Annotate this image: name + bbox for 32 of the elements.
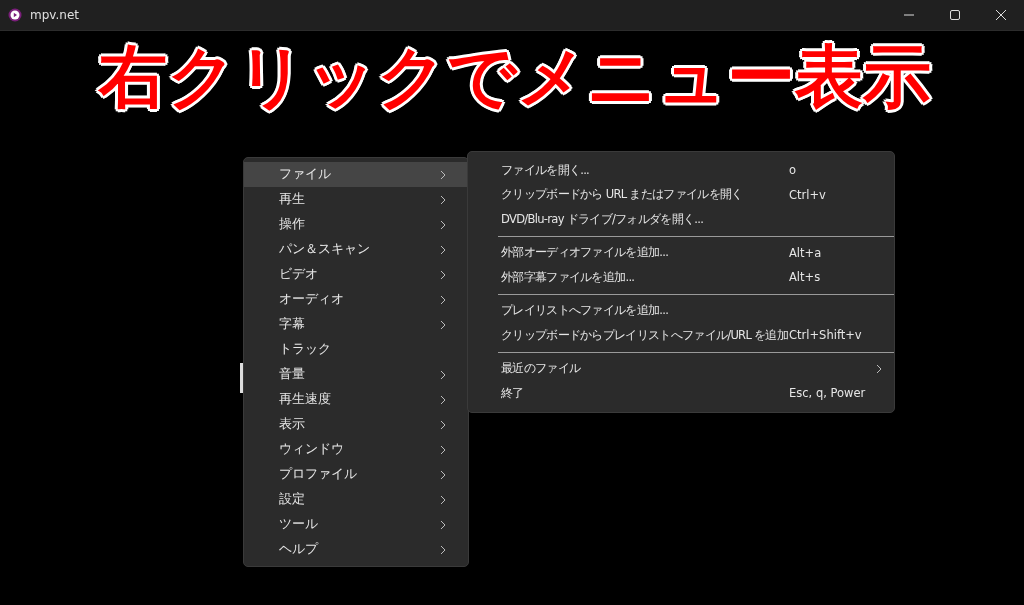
menu-item[interactable]: 表示	[244, 412, 468, 437]
menu-item[interactable]: 最近のファイル	[468, 356, 894, 381]
menu-item[interactable]: ヘルプ	[244, 537, 468, 562]
menu-item[interactable]: パン＆スキャン	[244, 237, 468, 262]
menu-item[interactable]: 終了 Esc, q, Power	[468, 381, 894, 406]
menu-item[interactable]: 再生速度	[244, 387, 468, 412]
menu-item[interactable]: ツール	[244, 512, 468, 537]
menu-item[interactable]: DVD/Blu-ray ドライブ/フォルダを開く...	[468, 207, 894, 232]
menu-item[interactable]: クリップボードから URL またはファイルを開く Ctrl+v	[468, 182, 894, 207]
menu-item[interactable]: 字幕	[244, 312, 468, 337]
close-icon	[996, 10, 1006, 20]
menu-item[interactable]: 設定	[244, 487, 468, 512]
scroll-indicator	[240, 363, 243, 393]
menu-item[interactable]: オーディオ	[244, 287, 468, 312]
caption-text: 右クリックでメニュー表示	[97, 36, 932, 118]
menu-item[interactable]: 外部字幕ファイルを追加... Alt+s	[468, 265, 894, 290]
menu-item[interactable]: プロファイル	[244, 462, 468, 487]
menu-item[interactable]: ファイル	[244, 162, 468, 187]
menu-item[interactable]: プレイリストへファイルを追加...	[468, 298, 894, 323]
menu-item[interactable]: クリップボードからプレイリストへファイル/URL を追加Ctrl+Shift+v	[468, 323, 894, 348]
menu-item[interactable]: ウィンドウ	[244, 437, 468, 462]
menu-item[interactable]: ビデオ	[244, 262, 468, 287]
play-icon	[8, 8, 22, 22]
menu-item[interactable]: トラック	[244, 337, 468, 362]
menu-item[interactable]: 再生	[244, 187, 468, 212]
menu-item[interactable]: ファイルを開く... o	[468, 158, 894, 183]
window-title: mpv.net	[30, 8, 79, 22]
menu-item[interactable]: 外部オーディオファイルを追加... Alt+a	[468, 240, 894, 265]
menu-item[interactable]: 音量	[244, 362, 468, 387]
menu-item[interactable]: 操作	[244, 212, 468, 237]
maximize-icon	[950, 10, 960, 20]
chevron-icon	[876, 363, 882, 374]
